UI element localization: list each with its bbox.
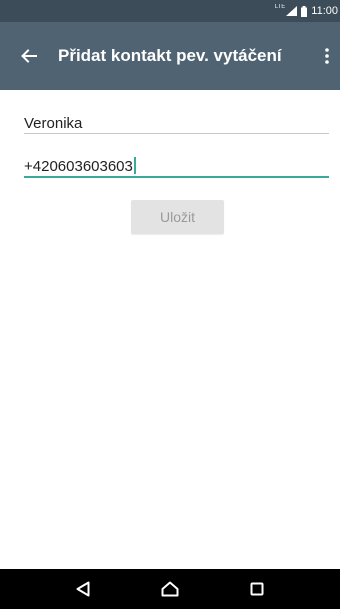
- nav-home-button[interactable]: [150, 569, 190, 609]
- arrow-left-icon: [21, 49, 37, 63]
- status-bar: LTE 11:00: [0, 0, 340, 22]
- battery-icon: [301, 5, 308, 17]
- status-time: 11:00: [311, 5, 338, 17]
- page-title: Přidat kontakt pev. vytáčení: [58, 46, 282, 65]
- overflow-menu-button[interactable]: [314, 22, 340, 90]
- nav-back-button[interactable]: [63, 569, 103, 609]
- form-content: Veronika +420603603603 Uložit: [0, 90, 340, 569]
- network-type-label: LTE: [274, 4, 286, 10]
- save-button[interactable]: Uložit: [131, 200, 224, 234]
- app-bar: Přidat kontakt pev. vytáčení: [0, 22, 340, 90]
- navigation-bar: [0, 569, 340, 609]
- phone-number-field[interactable]: +420603603603: [24, 157, 329, 179]
- name-field[interactable]: Veronika: [24, 115, 329, 135]
- name-field-underline: [24, 133, 329, 134]
- nav-recents-button[interactable]: [237, 569, 277, 609]
- recents-icon: [250, 582, 264, 596]
- phone-field-underline: [24, 176, 329, 178]
- back-button[interactable]: [0, 22, 58, 90]
- more-vertical-icon: [325, 48, 329, 64]
- text-cursor: [133, 157, 136, 174]
- back-triangle-icon: [76, 581, 90, 597]
- signal-icon: [286, 6, 298, 16]
- home-icon: [161, 581, 179, 597]
- phone-value-wrapper: +420603603603: [24, 157, 136, 175]
- phone-value: +420603603603: [24, 158, 133, 175]
- name-value: Veronika: [24, 115, 83, 132]
